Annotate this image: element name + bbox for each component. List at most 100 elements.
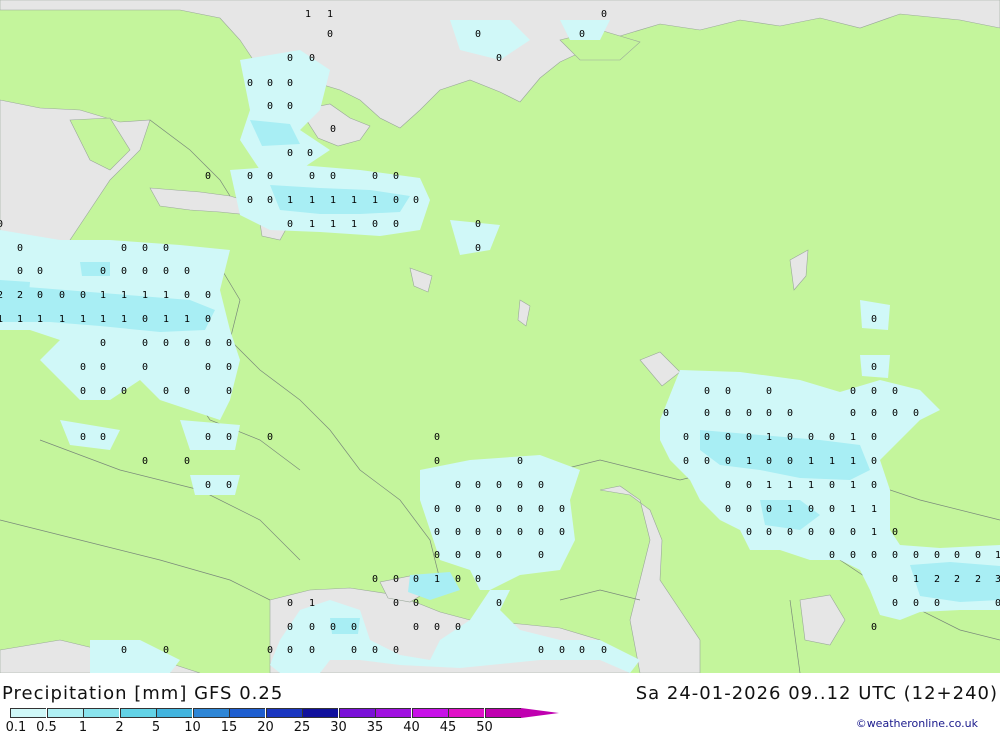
precip-value: 0 — [372, 219, 378, 230]
precip-value: 0 — [746, 408, 752, 419]
legend-swatch — [10, 708, 46, 718]
precip-value: 0 — [163, 386, 169, 397]
precip-value: 0 — [475, 550, 481, 561]
precip-value: 1 — [309, 598, 315, 609]
map-footer: Precipitation [mm] GFS 0.25 Sa 24-01-202… — [0, 673, 1000, 735]
precip-value: 0 — [80, 362, 86, 373]
precip-value: 0 — [517, 480, 523, 491]
precip-value: 1 — [37, 314, 43, 325]
precip-value: 1 — [766, 432, 772, 443]
precip-value: 0 — [871, 386, 877, 397]
precip-value: 0 — [17, 243, 23, 254]
precip-value: 0 — [808, 504, 814, 515]
precip-value: 1 — [309, 219, 315, 230]
precip-value: 0 — [287, 78, 293, 89]
precip-value: 0 — [871, 456, 877, 467]
precip-value: 0 — [413, 622, 419, 633]
precip-value: 0 — [787, 456, 793, 467]
site-credit[interactable]: ©weatheronline.co.uk — [856, 717, 978, 730]
precip-value: 0 — [80, 290, 86, 301]
precip-value: 0 — [725, 386, 731, 397]
precip-value: 0 — [934, 598, 940, 609]
precip-value: 0 — [100, 338, 106, 349]
precip-value: 2 — [954, 574, 960, 585]
precip-value: 0 — [184, 456, 190, 467]
precip-value: 0 — [205, 432, 211, 443]
precip-value: 0 — [475, 29, 481, 40]
precip-value: 0 — [393, 195, 399, 206]
precip-value: 1 — [808, 480, 814, 491]
precip-value: 0 — [850, 386, 856, 397]
precip-value: 0 — [601, 9, 607, 20]
precip-value: 0 — [913, 408, 919, 419]
precip-value: 0 — [330, 622, 336, 633]
precip-value: 0 — [871, 550, 877, 561]
precip-value: 0 — [307, 148, 313, 159]
precip-value: 0 — [205, 338, 211, 349]
legend-swatch — [46, 708, 83, 718]
precip-value: 0 — [579, 645, 585, 656]
precip-value: 0 — [496, 598, 502, 609]
precip-value: 0 — [142, 266, 148, 277]
precip-value: 2 — [17, 290, 23, 301]
precip-value: 0 — [475, 527, 481, 538]
precip-value: 0 — [287, 622, 293, 633]
precip-value: 0 — [538, 504, 544, 515]
precip-value: 1 — [808, 456, 814, 467]
precip-value: 0 — [517, 456, 523, 467]
precip-value: 0 — [829, 504, 835, 515]
precip-value: 0 — [871, 480, 877, 491]
precip-value: 0 — [704, 408, 710, 419]
precip-value: 0 — [683, 432, 689, 443]
precip-value: 0 — [393, 574, 399, 585]
precip-value: 0 — [892, 598, 898, 609]
precip-value: 0 — [327, 29, 333, 40]
precip-value: 1 — [787, 504, 793, 515]
forecast-datetime: Sa 24-01-2026 09..12 UTC (12+240) — [635, 683, 998, 704]
precip-value: 0 — [267, 432, 273, 443]
precip-value: 1 — [121, 314, 127, 325]
precip-value: 0 — [455, 504, 461, 515]
precip-value: 0 — [330, 171, 336, 182]
precip-value: 0 — [934, 550, 940, 561]
precip-value: 1 — [372, 195, 378, 206]
precip-value: 0 — [892, 527, 898, 538]
precip-value: 0 — [184, 386, 190, 397]
precip-value: 0 — [205, 314, 211, 325]
precip-value: 1 — [871, 527, 877, 538]
precip-value: 2 — [0, 290, 3, 301]
precip-value: 1 — [17, 314, 23, 325]
precip-value: 0 — [37, 290, 43, 301]
precip-value: 0 — [892, 574, 898, 585]
precip-value: 1 — [766, 480, 772, 491]
precip-value: 0 — [434, 504, 440, 515]
precip-value: 0 — [913, 550, 919, 561]
precip-value: 0 — [850, 550, 856, 561]
precip-value: 0 — [121, 266, 127, 277]
precip-value: 0 — [393, 171, 399, 182]
precip-value: 0 — [871, 314, 877, 325]
precip-value: 0 — [725, 432, 731, 443]
precip-value: 0 — [871, 408, 877, 419]
precip-value: 0 — [808, 527, 814, 538]
precip-value: 0 — [455, 574, 461, 585]
precip-value: 0 — [226, 338, 232, 349]
legend-swatch — [375, 708, 411, 718]
precip-value: 0 — [205, 171, 211, 182]
legend-swatch — [229, 708, 265, 718]
precip-value: 0 — [142, 362, 148, 373]
precip-value: 0 — [475, 480, 481, 491]
precip-value: 0 — [309, 171, 315, 182]
precip-value: 1 — [850, 504, 856, 515]
precip-value: 0 — [205, 290, 211, 301]
precip-value: 1 — [100, 290, 106, 301]
precip-value: 0 — [995, 598, 1000, 609]
precip-value: 0 — [579, 29, 585, 40]
precip-value: 0 — [163, 243, 169, 254]
legend-swatch — [338, 708, 375, 718]
precip-value: 0 — [434, 550, 440, 561]
precip-value: 0 — [850, 527, 856, 538]
precip-value: 0 — [517, 504, 523, 515]
precip-value: 0 — [17, 266, 23, 277]
precip-value: 1 — [787, 480, 793, 491]
